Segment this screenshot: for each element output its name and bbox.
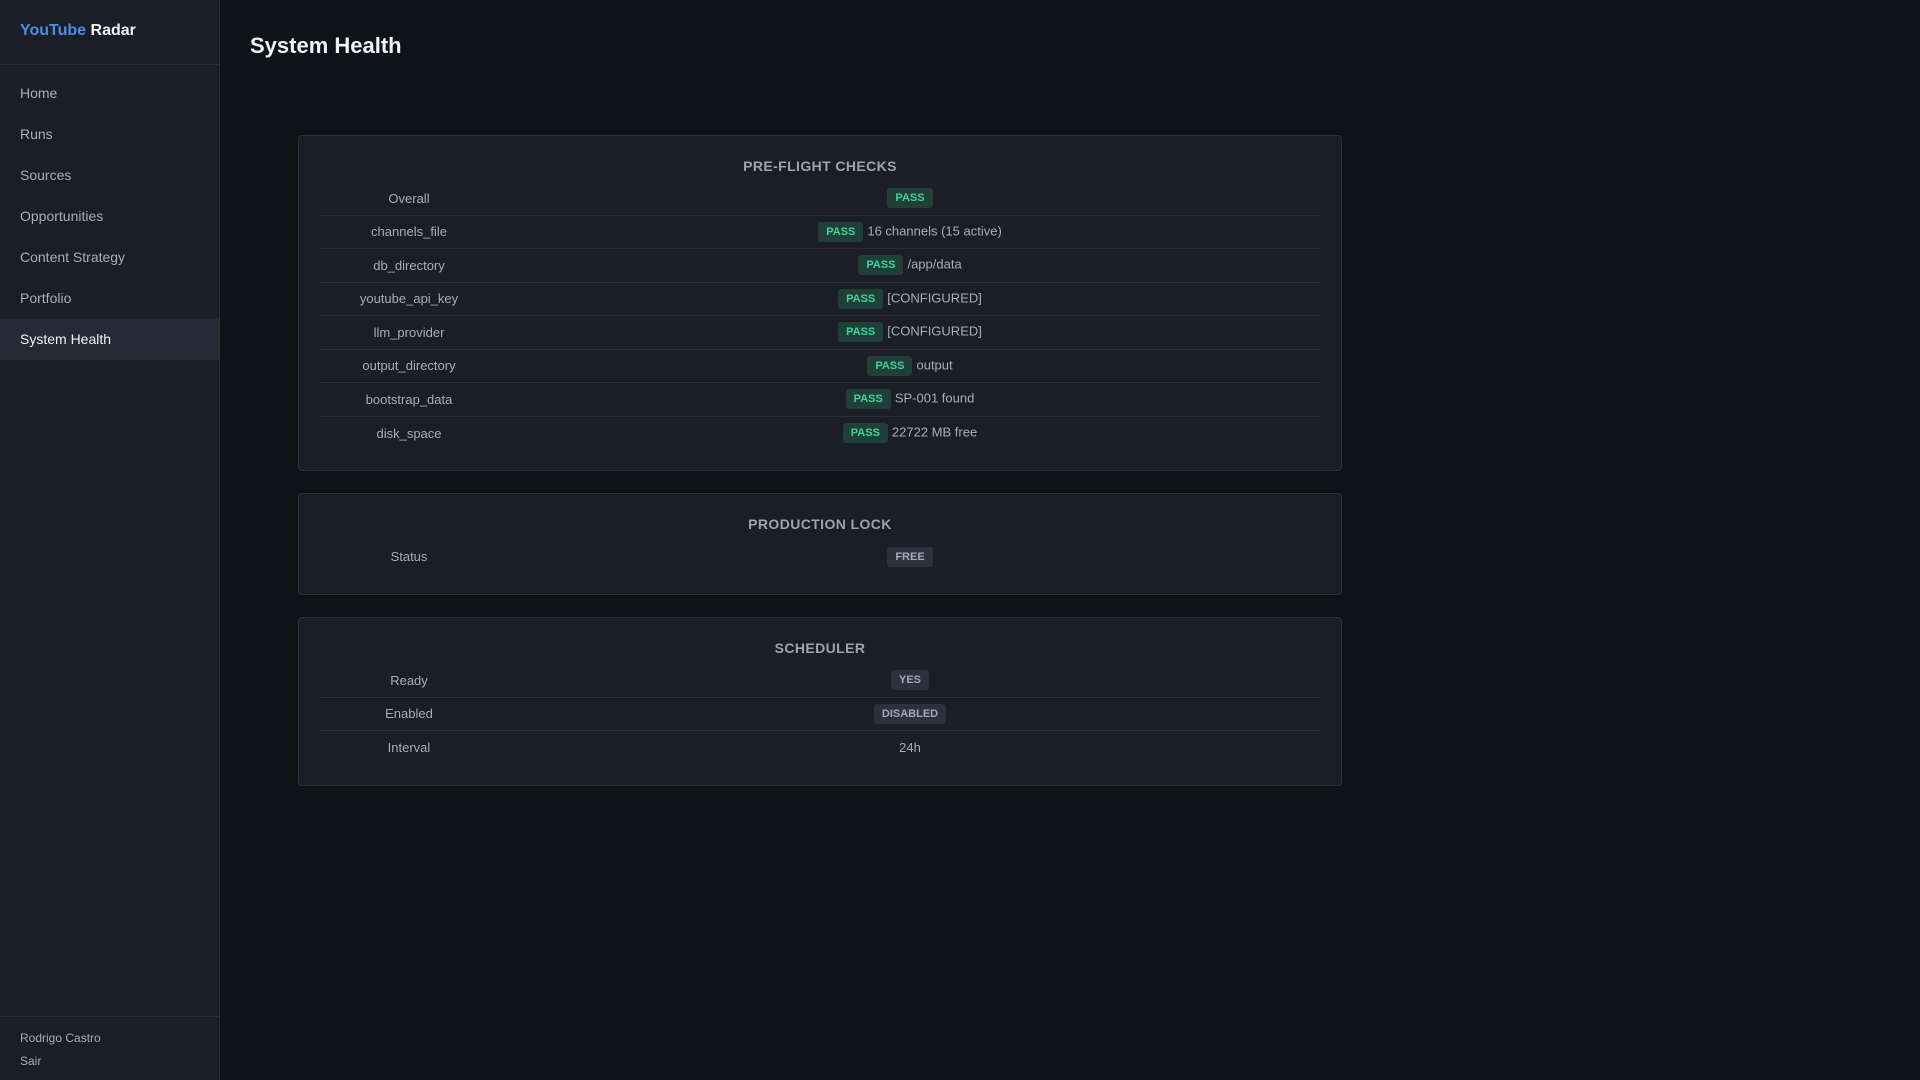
row-detail: 16 channels (15 active) xyxy=(867,223,1002,239)
table-row: disk_space PASS 22722 MB free xyxy=(319,417,1321,451)
table-row: channels_file PASS 16 channels (15 active… xyxy=(319,216,1321,249)
table-row: output_directory PASS output xyxy=(319,350,1321,383)
row-label: channels_file xyxy=(371,224,447,240)
row-value: PASS xyxy=(499,188,1321,209)
status-badge: FREE xyxy=(887,546,933,567)
row-detail: 22722 MB free xyxy=(891,424,978,440)
row-value: 24h xyxy=(899,740,921,756)
status-badge: PASS xyxy=(867,355,913,376)
row-detail: [CONFIGURED] xyxy=(887,290,982,306)
sidebar-nav: Home Runs Sources Opportunities Content … xyxy=(0,65,219,1016)
row-value: YES xyxy=(499,670,1321,691)
status-badge: PASS xyxy=(842,423,888,444)
sidebar-item-opportunities[interactable]: Opportunities xyxy=(0,196,219,237)
status-badge: PASS xyxy=(838,322,884,343)
row-detail: /app/data xyxy=(907,256,962,272)
row-value: PASS output xyxy=(499,355,1321,376)
row-value: PASS SP-001 found xyxy=(499,389,1321,410)
row-detail: output xyxy=(916,357,953,373)
row-label: output_directory xyxy=(362,358,456,374)
table-row: db_directory PASS/app/data xyxy=(319,249,1321,283)
status-badge: PASS xyxy=(858,255,904,276)
row-value: DISABLED xyxy=(499,703,1321,724)
sidebar-item-home[interactable]: Home xyxy=(0,73,219,114)
brand-logo[interactable]: YouTube Radar xyxy=(0,0,219,65)
row-label: youtube_api_key xyxy=(359,291,459,307)
table-row: Status FREE xyxy=(319,540,1321,574)
row-label: bootstrap_data xyxy=(365,391,453,407)
status-badge: PASS xyxy=(818,221,864,242)
sidebar-footer: Rodrigo Castro Sair xyxy=(0,1016,219,1080)
main-content: System Health PRE-FLIGHT CHECKS Overall … xyxy=(220,0,1920,1080)
row-label: db_directory xyxy=(373,257,445,273)
row-label: Overall xyxy=(388,190,430,206)
brand-part2: Radar xyxy=(90,22,136,39)
sidebar-item-portfolio[interactable]: Portfolio xyxy=(0,278,219,319)
user-name: Rodrigo Castro xyxy=(20,1031,101,1045)
table-row: Ready YES xyxy=(319,664,1321,698)
production-lock-card: PRODUCTION LOCK Status FREE xyxy=(298,493,1342,595)
table-row: llm_provider PASS [CONFIGURED] xyxy=(319,316,1321,350)
row-label: disk_space xyxy=(376,425,442,441)
row-detail: SP-001 found xyxy=(894,390,975,406)
table-row: youtube_api_key PASS [CONFIGURED] xyxy=(319,283,1321,316)
table-row: Interval 24h xyxy=(319,731,1321,765)
table-row: Overall PASS xyxy=(319,182,1321,216)
row-label: llm_provider xyxy=(373,324,445,340)
sidebar: YouTube Radar Home Runs Sources Opportun… xyxy=(0,0,220,1080)
row-detail: [CONFIGURED] xyxy=(887,323,982,339)
scheduler-title: SCHEDULER xyxy=(774,640,866,656)
row-value: PASS 16 channels (15 active) xyxy=(499,221,1321,242)
sidebar-item-content-strategy[interactable]: Content Strategy xyxy=(0,237,219,278)
status-badge: YES xyxy=(890,670,929,691)
row-label: Interval xyxy=(387,740,431,756)
preflight-title: PRE-FLIGHT CHECKS xyxy=(743,158,897,174)
sidebar-item-sources[interactable]: Sources xyxy=(0,155,219,196)
status-badge: PASS xyxy=(838,288,884,309)
sidebar-item-system-health[interactable]: System Health xyxy=(0,319,219,360)
status-badge: DISABLED xyxy=(873,703,947,724)
production-lock-title: PRODUCTION LOCK xyxy=(748,516,892,532)
status-badge: PASS xyxy=(845,389,891,410)
status-badge: PASS xyxy=(887,188,933,209)
row-value: PASS/app/data xyxy=(499,255,1321,276)
row-value: PASS [CONFIGURED] xyxy=(499,288,1321,309)
preflight-card: PRE-FLIGHT CHECKS Overall PASS channels_… xyxy=(298,135,1342,471)
row-label: Enabled xyxy=(385,706,433,722)
app-root: YouTube Radar Home Runs Sources Opportun… xyxy=(0,0,1920,1080)
scheduler-card: SCHEDULER Ready YES Enabled DISABLED Int… xyxy=(298,617,1342,786)
logout-link[interactable]: Sair xyxy=(20,1054,199,1068)
row-value: FREE xyxy=(499,546,1321,567)
page-title: System Health xyxy=(250,33,402,58)
table-row: Enabled DISABLED xyxy=(319,698,1321,731)
table-row: bootstrap_data PASS SP-001 found xyxy=(319,383,1321,417)
brand-part1: YouTube xyxy=(20,22,87,39)
row-value: PASS [CONFIGURED] xyxy=(499,322,1321,343)
sidebar-item-runs[interactable]: Runs xyxy=(0,114,219,155)
row-label: Status xyxy=(390,549,428,565)
row-value: PASS 22722 MB free xyxy=(499,423,1321,444)
row-label: Ready xyxy=(390,672,428,688)
